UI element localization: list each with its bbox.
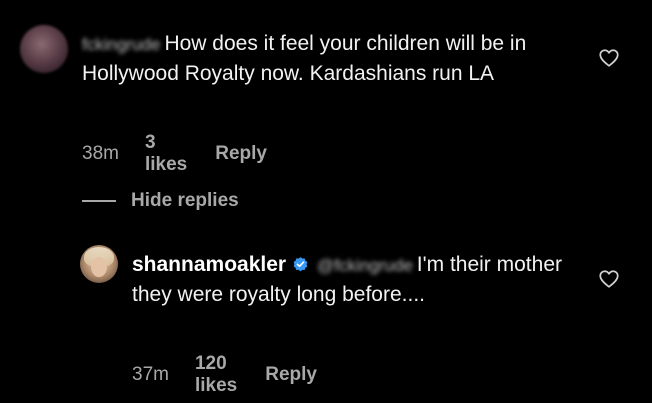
heart-icon[interactable] [598,268,620,290]
comment-body: fckingrude How does it feel your children… [82,29,582,88]
comment-time: 38m [82,143,119,164]
reply-body: shannamoakler @fckingrude I'm their mothe… [132,250,562,309]
comment-likes[interactable]: 3 likes [145,132,187,176]
reply-time: 37m [132,364,169,385]
reply-button[interactable]: Reply [265,364,317,386]
hide-replies-button[interactable]: Hide replies [82,190,239,212]
reply-username[interactable]: shannamoakler [132,253,286,276]
avatar[interactable] [80,245,118,283]
reply-meta: 37m 120 likes Reply [132,353,317,397]
verified-badge-icon [293,257,308,272]
comment-username[interactable]: fckingrude [82,30,160,59]
reply-button[interactable]: Reply [215,143,267,165]
comment-meta: 38m 3 likes Reply [82,132,267,176]
hide-replies-label: Hide replies [131,190,239,211]
reply-likes[interactable]: 120 likes [195,353,237,397]
avatar[interactable] [20,25,68,73]
reply-mention[interactable]: @fckingrude [317,251,413,280]
avatar-face [91,257,107,277]
divider-line [82,200,116,202]
heart-icon[interactable] [598,47,620,69]
